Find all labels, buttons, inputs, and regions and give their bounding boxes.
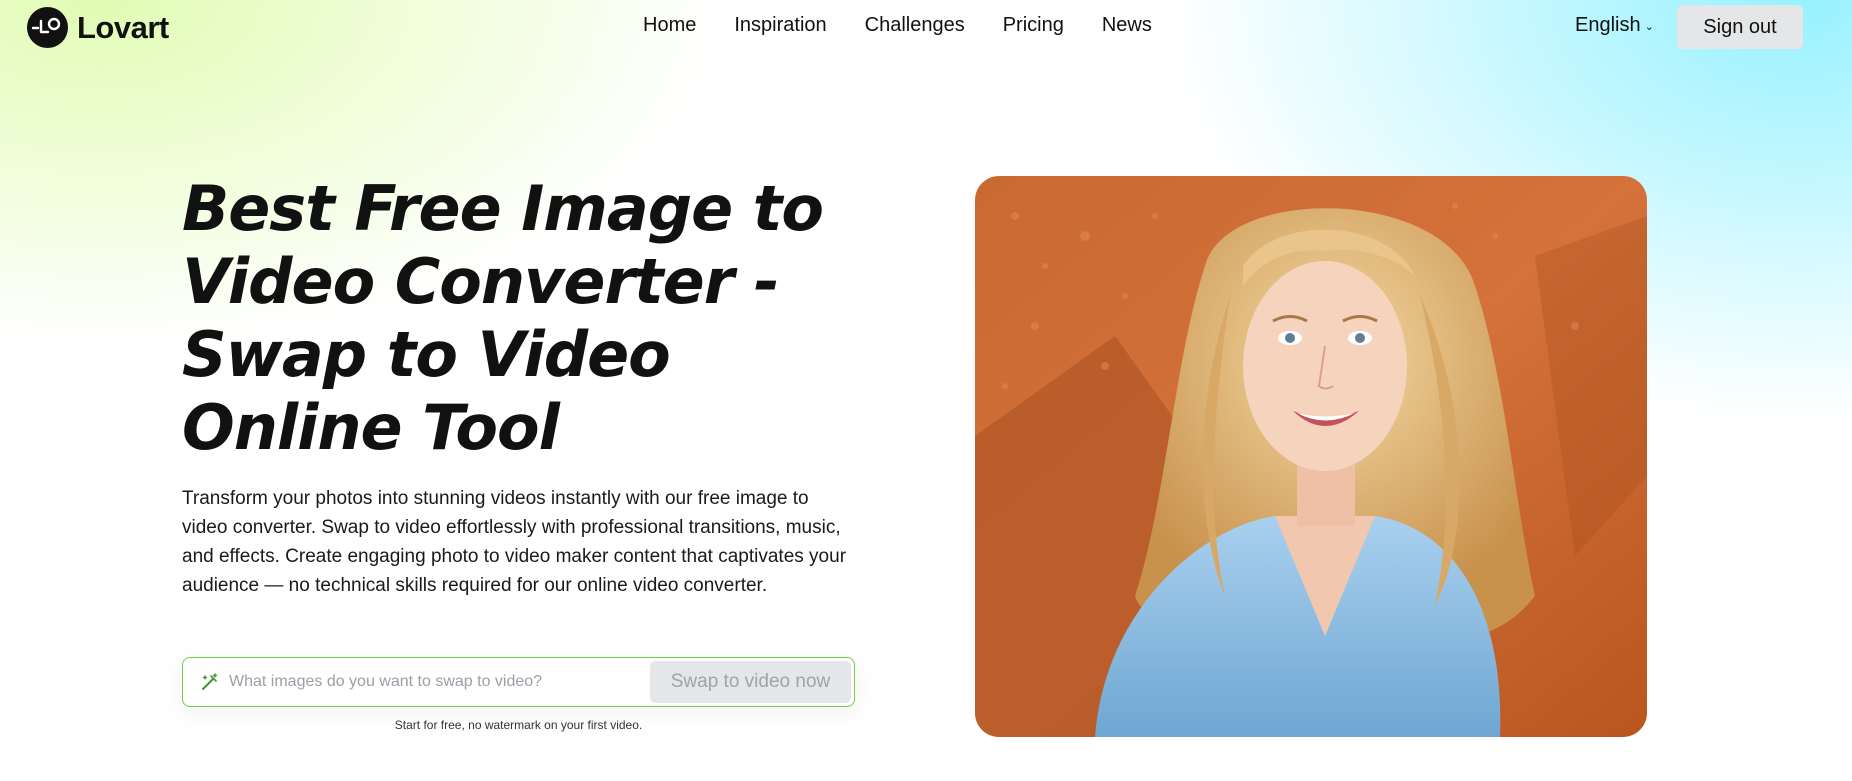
hero-description: Transform your photos into stunning vide… bbox=[182, 488, 847, 596]
top-nav: Lovart Home Inspiration Challenges Prici… bbox=[0, 0, 1852, 54]
hero-title-line: Swap to Video bbox=[182, 318, 671, 391]
hero-image bbox=[975, 176, 1647, 737]
nav-challenges[interactable]: Challenges bbox=[865, 14, 965, 37]
nav-pricing[interactable]: Pricing bbox=[1003, 14, 1064, 37]
magic-wand-icon bbox=[199, 671, 221, 693]
language-label: English bbox=[1575, 14, 1641, 36]
lovart-logo-icon bbox=[27, 7, 68, 48]
prompt-input[interactable] bbox=[229, 673, 649, 691]
brand-logo[interactable]: Lovart bbox=[27, 7, 169, 48]
hero-title: Best Free Image to Video Converter - Swa… bbox=[182, 172, 882, 464]
chevron-down-icon: ⌄ bbox=[1644, 21, 1654, 33]
language-selector[interactable]: English ⌄ bbox=[1575, 14, 1654, 37]
swap-to-video-button[interactable]: Swap to video now bbox=[650, 661, 851, 703]
nav-inspiration[interactable]: Inspiration bbox=[734, 14, 826, 37]
nav-home[interactable]: Home bbox=[643, 14, 696, 37]
prompt-bar: Swap to video now bbox=[182, 657, 855, 707]
main-menu: Home Inspiration Challenges Pricing News bbox=[643, 14, 1190, 37]
hero-title-line: Online Tool bbox=[182, 391, 560, 464]
sign-out-button[interactable]: Sign out bbox=[1677, 5, 1803, 49]
hero-title-line: Best Free Image to bbox=[182, 172, 824, 245]
free-note: Start for free, no watermark on your fir… bbox=[394, 718, 643, 732]
hero-title-line: Video Converter - bbox=[182, 245, 780, 318]
nav-news[interactable]: News bbox=[1102, 14, 1152, 37]
brand-name: Lovart bbox=[77, 9, 169, 45]
